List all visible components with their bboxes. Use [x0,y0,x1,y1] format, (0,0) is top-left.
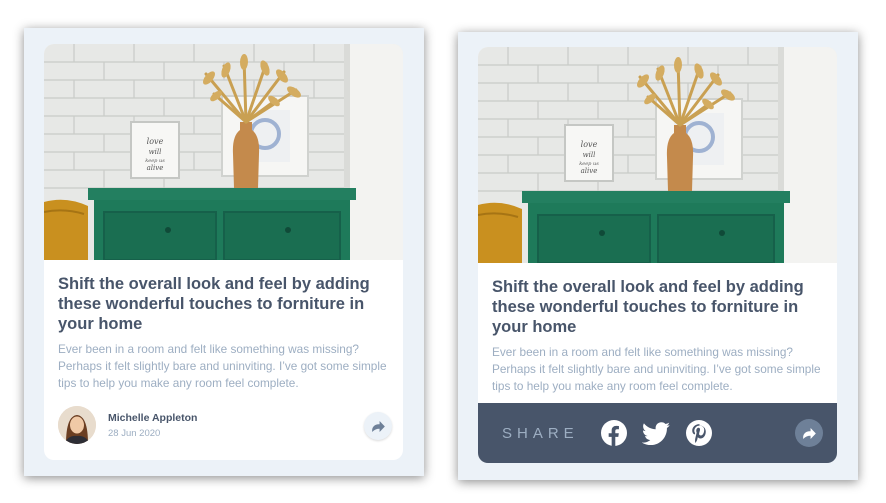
author-row: Michelle Appleton 28 Jun 2020 [58,406,392,446]
pinterest-icon [686,420,712,446]
article-description: Ever been in a room and felt like someth… [492,345,821,393]
article-preview-card-active: love will keep us alive Shift the overal… [478,47,837,463]
svg-text:love: love [147,137,164,146]
twitter-link[interactable] [642,419,670,447]
article-description: Ever been in a room and felt like someth… [58,342,387,390]
article-preview-card: love will keep us alive Shift the overal… [44,44,403,460]
share-bar: SHARE [478,403,837,463]
author-name: Michelle Appleton [108,412,198,424]
share-label: SHARE [502,425,579,442]
twitter-icon [642,421,670,445]
svg-text:will: will [583,151,596,159]
svg-text:will: will [149,148,162,156]
article-title: Shift the overall look and feel by addin… [492,278,804,336]
article-title: Shift the overall look and feel by addin… [58,275,370,333]
drawers-photo: love will keep us alive [44,44,403,260]
drawers-photo: love will keep us alive [478,47,837,263]
card-default-state-panel: love will keep us alive Shift the overal… [24,28,424,476]
svg-text:alive: alive [581,167,598,175]
facebook-link[interactable] [600,419,628,447]
author-avatar [58,406,96,444]
share-button[interactable] [364,412,392,440]
card-share-active-panel: love will keep us alive Shift the overal… [458,32,858,480]
share-button-active[interactable] [795,419,823,447]
pinterest-link[interactable] [685,419,713,447]
share-arrow-icon [371,420,385,432]
svg-text:love: love [581,140,598,149]
svg-text:alive: alive [147,164,164,172]
facebook-icon [601,420,627,446]
publish-date: 28 Jun 2020 [108,428,161,439]
share-arrow-icon [802,427,816,439]
